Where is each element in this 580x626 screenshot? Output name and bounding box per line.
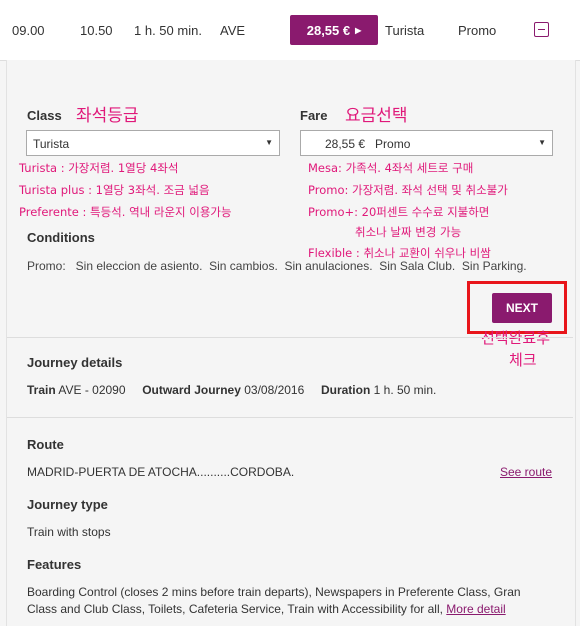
class-annotation-title: 좌석등급: [76, 106, 139, 126]
dropdown-arrow-icon: ▼: [538, 138, 546, 147]
features-line1: Boarding Control (closes 2 mins before t…: [27, 585, 521, 599]
play-icon: ▶: [355, 25, 362, 35]
journey-type-text: Train with stops: [27, 525, 111, 539]
price-button[interactable]: 28,55 € ▶: [290, 15, 378, 45]
features-line2-text: Class and Club Class, Toilets, Cafeteria…: [27, 602, 443, 616]
features-title: Features: [27, 557, 82, 572]
fare-select-value: 28,55 € Promo: [325, 137, 411, 151]
collapse-icon[interactable]: [534, 22, 549, 37]
fare-select[interactable]: 28,55 € Promo ▼: [300, 130, 553, 156]
fare-note-5: Flexible : 취소나 교환이 쉬우나 비쌈: [308, 245, 491, 261]
price-label: 28,55 €: [306, 22, 351, 38]
class-label: Class: [27, 108, 62, 123]
duration-label: Duration: [320, 383, 371, 397]
see-route-link[interactable]: See route: [500, 465, 552, 479]
fare-label: Fare: [300, 108, 328, 123]
journey-details-title: Journey details: [27, 355, 123, 370]
class-note-2: Turista plus : 1열당 3좌석. 조금 넓음: [19, 183, 210, 197]
divider: [7, 417, 573, 418]
journey-type-title: Journey type: [27, 497, 108, 512]
fare-name: Promo: [458, 23, 497, 38]
outward-value: 03/08/2016: [244, 383, 305, 397]
conditions-title: Conditions: [27, 230, 95, 245]
fare-note-4: 취소나 날짜 변경 가능: [355, 225, 462, 239]
arrival-time: 10.50: [80, 23, 113, 38]
route-text: MADRID-PUERTA DE ATOCHA..........CORDOBA…: [27, 465, 295, 479]
fare-note-1: Mesa: 가족석. 4좌석 세트로 구매: [308, 161, 474, 175]
duration-value: 1 h. 50 min.: [373, 383, 437, 397]
class-select[interactable]: Turista ▼: [26, 130, 280, 156]
conditions-text: Promo: Sin eleccion de asiento. Sin camb…: [27, 259, 527, 273]
features-line2: Class and Club Class, Toilets, Cafeteria…: [27, 602, 506, 616]
fare-annotation-title: 요금선택: [345, 106, 408, 126]
class-select-value: Turista: [33, 137, 70, 151]
class-note-3: Preferente : 특등석. 역내 라운지 이용가능: [19, 205, 232, 219]
train-row: 09.00 10.50 1 h. 50 min. AVE 28,55 € ▶ T…: [0, 0, 580, 61]
trip-duration: 1 h. 50 min.: [134, 23, 202, 38]
dropdown-arrow-icon: ▼: [265, 138, 273, 147]
train-label: Train: [27, 383, 56, 397]
next-note-line2: 체크: [509, 351, 537, 369]
route-title: Route: [27, 437, 64, 452]
journey-details-row: Train AVE - 02090 Outward Journey 03/08/…: [27, 383, 436, 397]
train-type: AVE: [220, 23, 246, 38]
class-note-1: Turista : 가장저렴. 1열당 4좌석: [19, 161, 179, 175]
fare-note-2: Promo: 가장저렴. 좌석 선택 및 취소불가: [308, 183, 508, 197]
more-detail-link[interactable]: More detail: [446, 602, 505, 616]
departure-time: 09.00: [12, 23, 45, 38]
class-name: Turista: [385, 23, 425, 38]
outward-label: Outward Journey: [142, 383, 241, 397]
divider: [7, 337, 573, 338]
train-value: AVE - 02090: [58, 383, 126, 397]
fare-note-3: Promo+: 20퍼센트 수수료 지불하면: [308, 205, 490, 219]
